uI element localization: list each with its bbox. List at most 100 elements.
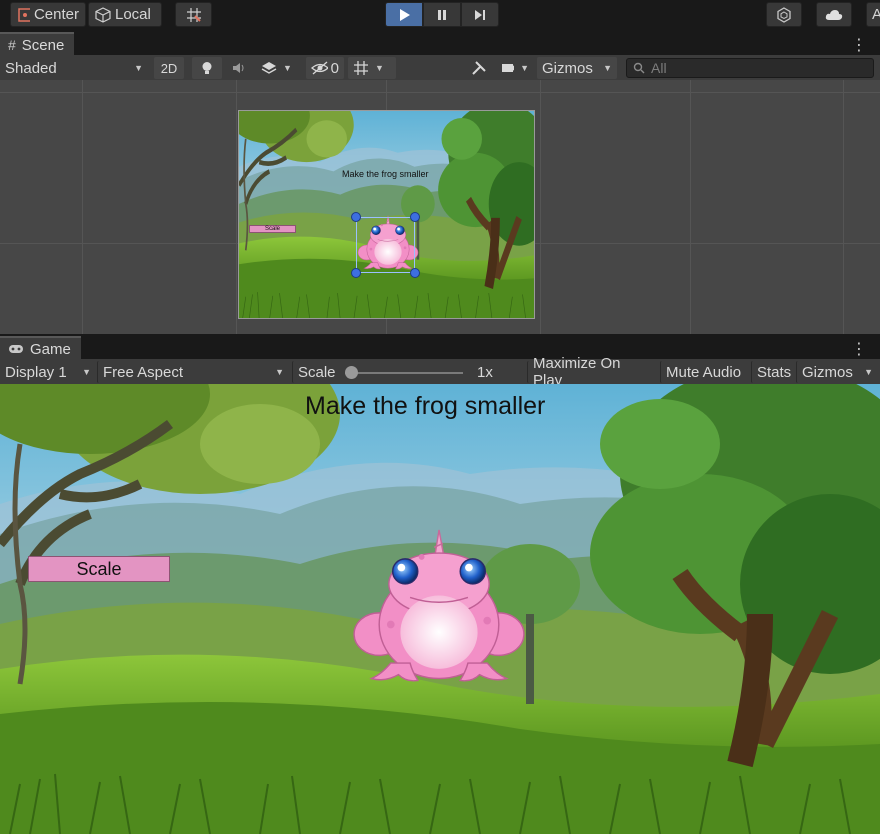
scale-button[interactable]: Scale xyxy=(28,556,170,582)
scale-slider-knob[interactable] xyxy=(345,366,358,379)
tab-game[interactable]: Game xyxy=(0,336,81,360)
scale-value: 1x xyxy=(477,363,493,381)
play-icon xyxy=(400,8,410,21)
pivot-local-label: Local xyxy=(115,6,151,23)
search-icon xyxy=(633,62,645,74)
stats-label: Stats xyxy=(757,363,792,381)
chevron-down-icon: ▼ xyxy=(375,63,384,73)
resize-handle-bottom-left[interactable] xyxy=(351,268,361,278)
lighting-toggle[interactable] xyxy=(192,57,222,79)
pause-button[interactable] xyxy=(423,2,461,27)
tools-button[interactable] xyxy=(466,57,492,79)
camera-icon xyxy=(502,64,515,72)
speaker-icon xyxy=(233,63,244,73)
resize-handle-top-left[interactable] xyxy=(351,212,361,222)
scene-game-preview[interactable]: Make the frog smaller Scale xyxy=(238,110,535,319)
game-gizmos-label: Gizmos xyxy=(802,363,853,381)
scene-search-placeholder: All xyxy=(651,60,667,76)
pivot-center-button[interactable]: Center xyxy=(10,2,86,27)
scene-preview-scale-label: Scale xyxy=(264,226,280,232)
scene-search-input[interactable]: All xyxy=(626,58,874,78)
mute-label: Mute Audio xyxy=(666,363,742,381)
game-viewport[interactable]: Make the frog smaller Scale xyxy=(0,384,880,834)
chevron-down-icon: ▼ xyxy=(283,63,292,73)
scene-gizmos-label: Gizmos xyxy=(542,59,593,77)
resize-handle-bottom-right[interactable] xyxy=(410,268,420,278)
display-value: Display 1 xyxy=(5,363,67,381)
hidden-objects-toggle[interactable]: 0 xyxy=(306,57,344,79)
chevron-down-icon: ▼ xyxy=(134,63,143,73)
cube-icon xyxy=(95,6,111,23)
aspect-value: Free Aspect xyxy=(103,363,184,381)
game-more-menu-icon[interactable]: ⋮ xyxy=(851,339,867,359)
frog-sprite xyxy=(353,529,525,682)
resize-handle-top-right[interactable] xyxy=(410,212,420,222)
draw-mode-value: Shaded xyxy=(5,59,57,77)
maximize-on-play-toggle[interactable]: Maximize On Play xyxy=(527,355,657,389)
scale-slider-track[interactable] xyxy=(345,372,463,374)
chevron-down-icon: ▼ xyxy=(520,63,529,73)
stats-toggle[interactable]: Stats xyxy=(751,361,795,383)
chevron-down-icon: ▼ xyxy=(864,367,873,377)
main-toolbar: Center Local A xyxy=(0,0,880,30)
grid-icon xyxy=(354,61,368,75)
aspect-dropdown[interactable]: Free Aspect ▼ xyxy=(97,361,289,383)
scene-gizmos-dropdown[interactable]: Gizmos ▼ xyxy=(537,57,617,79)
scene-more-menu-icon[interactable]: ⋮ xyxy=(851,35,867,55)
mute-audio-toggle[interactable]: Mute Audio xyxy=(660,361,750,383)
pivot-center-label: Center xyxy=(33,6,79,23)
pivot-center-icon xyxy=(18,7,30,22)
grid-snap-button[interactable] xyxy=(175,2,212,27)
scale-label: Scale xyxy=(298,363,336,381)
account-label: A xyxy=(872,6,880,23)
pivot-local-button[interactable]: Local xyxy=(88,2,162,27)
scene-toolbar: Shaded ▼ 2D ▼ 0 ▼ ▼ Gizmos ▼ All xyxy=(0,55,880,81)
scene-tabbar: # Scene ⋮ xyxy=(0,32,880,56)
scale-slider[interactable]: Scale 1x xyxy=(292,361,524,383)
gamepad-icon xyxy=(9,345,23,353)
grid-line xyxy=(82,80,83,334)
selection-rect[interactable] xyxy=(356,217,415,273)
account-button[interactable]: A xyxy=(866,2,880,27)
chevron-down-icon: ▼ xyxy=(603,63,612,73)
scene-viewport[interactable]: Make the frog smaller Scale xyxy=(0,80,880,334)
game-tabbar: Game ⋮ xyxy=(0,336,880,360)
display-dropdown[interactable]: Display 1 ▼ xyxy=(0,361,96,383)
scene-preview-scale-button[interactable]: Scale xyxy=(249,225,296,233)
mode-2d-toggle[interactable]: 2D xyxy=(154,57,184,79)
collab-button[interactable] xyxy=(766,2,802,27)
wrench-icon xyxy=(472,61,486,75)
grid-line xyxy=(690,80,691,334)
hexagon-icon xyxy=(777,6,791,23)
step-button[interactable] xyxy=(461,2,499,27)
chevron-down-icon: ▼ xyxy=(82,367,91,377)
cloud-button[interactable] xyxy=(816,2,852,27)
layers-icon xyxy=(261,62,277,74)
grid-line xyxy=(236,80,237,334)
hidden-count: 0 xyxy=(330,59,339,77)
pause-icon xyxy=(438,9,446,20)
game-tab-label: Game xyxy=(30,340,71,358)
grid-snap-icon xyxy=(186,7,201,22)
step-icon xyxy=(475,9,485,20)
game-title: Make the frog smaller xyxy=(305,392,546,420)
scale-button-label: Scale xyxy=(76,558,122,579)
audio-toggle[interactable] xyxy=(226,57,252,79)
grid-line xyxy=(843,80,844,334)
game-toolbar: Display 1 ▼ Free Aspect ▼ Scale 1x Maxim… xyxy=(0,355,880,389)
draw-mode-dropdown[interactable]: Shaded ▼ xyxy=(0,57,148,79)
lightbulb-icon xyxy=(202,62,212,74)
tab-scene[interactable]: # Scene xyxy=(0,32,75,56)
effects-dropdown[interactable]: ▼ xyxy=(256,57,304,79)
play-button[interactable] xyxy=(385,2,423,27)
scene-tab-label: Scene xyxy=(21,36,65,54)
grid-line xyxy=(0,92,880,93)
grid-line xyxy=(540,80,541,334)
hash-grid-icon: # xyxy=(8,37,16,53)
camera-dropdown[interactable]: ▼ xyxy=(496,57,534,79)
chevron-down-icon: ▼ xyxy=(275,367,284,377)
grid-dropdown[interactable]: ▼ xyxy=(348,57,396,79)
mode-2d-label: 2D xyxy=(160,60,178,76)
game-gizmos-dropdown[interactable]: Gizmos ▼ xyxy=(796,361,880,383)
playmode-controls xyxy=(385,2,499,27)
